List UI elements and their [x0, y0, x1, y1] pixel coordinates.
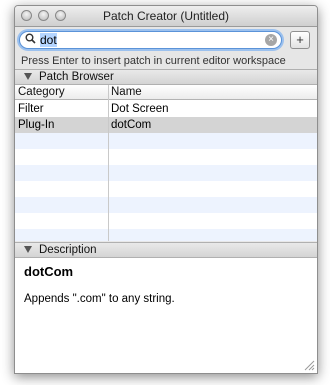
table-row-selected[interactable]: Plug-In dotCom	[15, 117, 317, 133]
patch-browser-header[interactable]: Patch Browser	[15, 69, 317, 85]
empty-row	[15, 213, 317, 229]
resize-grip-icon[interactable]	[304, 360, 315, 371]
insert-hint: Press Enter to insert patch in current e…	[21, 55, 286, 67]
table-header: Category Name	[15, 85, 317, 100]
description-title: dotCom	[24, 264, 74, 279]
empty-row	[15, 181, 317, 197]
cell-name: dotCom	[111, 119, 152, 131]
column-divider[interactable]	[108, 85, 109, 241]
search-icon	[25, 33, 36, 47]
description-text: Appends ".com" to any string.	[24, 293, 175, 305]
cell-name: Dot Screen	[111, 103, 169, 115]
description-label: Description	[39, 244, 97, 256]
table-row[interactable]: Filter Dot Screen	[15, 101, 317, 117]
description-panel: dotCom Appends ".com" to any string.	[15, 258, 317, 373]
search-toolbar: dot × + Press Enter to insert patch in c…	[15, 27, 317, 71]
disclosure-triangle-icon[interactable]	[24, 246, 32, 253]
search-input[interactable]: dot ×	[19, 31, 282, 49]
patch-creator-window: Patch Creator (Untitled) dot × + Press E…	[14, 5, 318, 374]
search-query[interactable]: dot	[40, 33, 57, 47]
description-header[interactable]: Description	[15, 242, 317, 258]
column-header-category[interactable]: Category	[18, 85, 65, 99]
column-header-name[interactable]: Name	[111, 85, 142, 99]
add-patch-button[interactable]: +	[290, 31, 310, 49]
clear-search-icon[interactable]: ×	[265, 34, 277, 46]
empty-row	[15, 133, 317, 149]
window-title: Patch Creator (Untitled)	[102, 9, 230, 23]
patch-table: Category Name Filter Dot Screen Plug-In …	[15, 85, 317, 241]
cell-category: Filter	[18, 103, 44, 115]
empty-row	[15, 149, 317, 165]
disclosure-triangle-icon[interactable]	[24, 73, 32, 80]
empty-row	[15, 229, 317, 241]
title-bar[interactable]: Patch Creator (Untitled)	[15, 6, 317, 27]
empty-row	[15, 197, 317, 213]
patch-browser-label: Patch Browser	[39, 71, 114, 83]
search-query-text: dot	[40, 33, 57, 47]
empty-row	[15, 165, 317, 181]
cell-category: Plug-In	[18, 119, 55, 131]
